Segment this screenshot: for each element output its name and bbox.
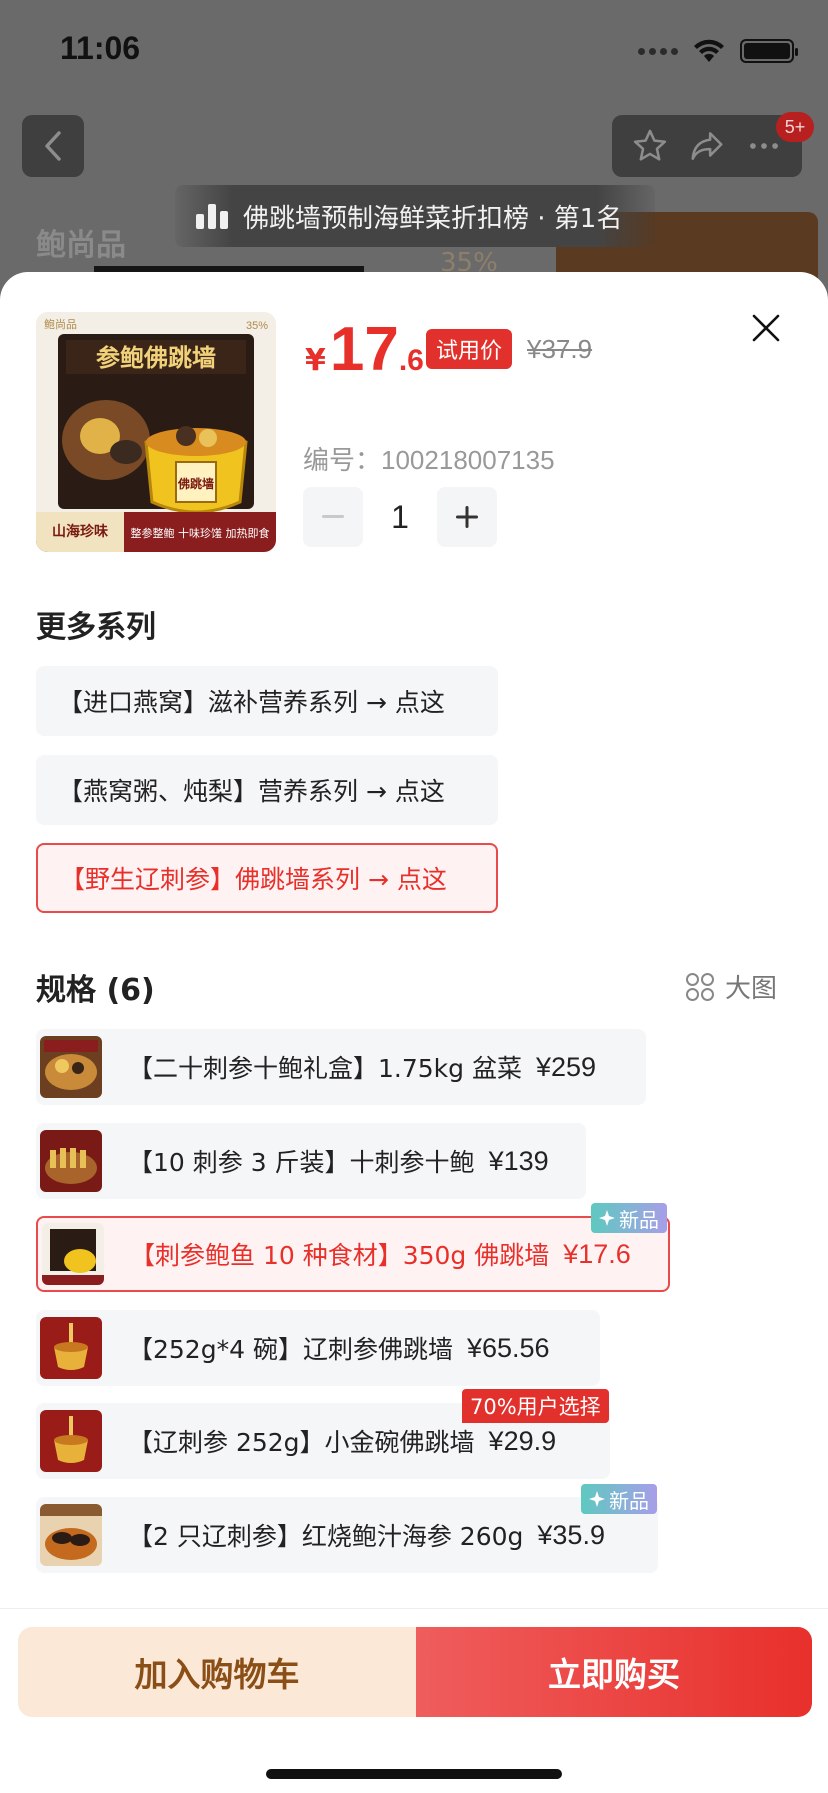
spec-label: 【辽刺参 252g】小金碗佛跳墙 <box>128 1428 475 1457</box>
big-image-toggle[interactable]: 大图 <box>685 968 777 1005</box>
series-item-active[interactable]: 【野生辽刺参】佛跳墙系列 → 点这 <box>36 843 498 913</box>
status-bar: 11:06 <box>0 0 828 100</box>
spec-thumbnail <box>40 1130 102 1192</box>
spec-thumbnail <box>40 1504 102 1566</box>
spec-item-selected[interactable]: 【刺参鲍鱼 10 种食材】350g 佛跳墙 ¥17.6 <box>36 1216 670 1292</box>
new-tag: 新品 <box>591 1203 667 1233</box>
spec-item[interactable]: 【二十刺参十鲍礼盒】1.75kg 盆菜 ¥259 <box>36 1029 646 1105</box>
message-badge: 5+ <box>776 112 814 142</box>
quantity-value[interactable]: 1 <box>363 499 437 536</box>
product-image-pct: 35% <box>246 320 268 332</box>
product-image-corner: 山海珍味 <box>52 523 108 540</box>
trial-price-badge: 试用价 <box>426 329 513 369</box>
nav-actions <box>612 115 802 177</box>
popular-choice-tag: 70%用户选择 <box>462 1389 609 1423</box>
rank-banner-text: 佛跳墙预制海鲜菜折扣榜 · 第1名 <box>243 203 623 234</box>
chevron-left-icon <box>45 131 61 161</box>
bottom-action-bar: 加入购物车 立即购买 <box>0 1608 828 1793</box>
product-image-tagline: 整参整鲍 十味珍馐 加热即食 <box>131 526 270 540</box>
increase-button[interactable] <box>437 487 497 547</box>
decrease-button[interactable] <box>303 487 363 547</box>
spec-label: 【10 刺参 3 斤装】十刺参十鲍 <box>128 1148 475 1177</box>
share-icon[interactable] <box>688 127 726 165</box>
spec-thumbnail <box>42 1223 104 1285</box>
battery-icon <box>740 39 798 63</box>
big-image-label: 大图 <box>725 974 778 1004</box>
spec-price: ¥139 <box>488 1145 549 1176</box>
new-tag-label: 新品 <box>619 1207 659 1232</box>
sku-selector-sheet: 参鲍佛跳墙 佛跳墙 山海珍味 整参整鲍 十味珍馐 加热即食 鲍尚品 35% ¥ … <box>0 272 828 1793</box>
new-tag-label: 新品 <box>609 1488 649 1513</box>
quantity-stepper: 1 <box>303 487 497 547</box>
spec-label: 【252g*4 碗】辽刺参佛跳墙 <box>128 1335 453 1364</box>
spec-thumbnail <box>40 1036 102 1098</box>
series-item-label: 【燕窝粥、炖梨】营养系列 → 点这 <box>58 777 445 806</box>
spec-price: ¥259 <box>535 1051 597 1082</box>
spec-price: ¥65.56 <box>466 1332 550 1363</box>
status-time: 11:06 <box>60 30 141 66</box>
product-image-brand: 鲍尚品 <box>44 317 77 331</box>
spec-item[interactable]: 【252g*4 碗】辽刺参佛跳墙 ¥65.56 <box>36 1310 600 1386</box>
sku-code: 编号：100218007135 <box>303 440 555 477</box>
wifi-icon <box>694 39 724 62</box>
sparkle-icon <box>589 1491 605 1507</box>
series-item[interactable]: 【燕窝粥、炖梨】营养系列 → 点这 <box>36 755 498 825</box>
spec-label: 【刺参鲍鱼 10 种食材】350g 佛跳墙 <box>130 1241 550 1270</box>
spec-price: ¥29.9 <box>488 1425 557 1456</box>
spec-item[interactable]: 【10 刺参 3 斤装】十刺参十鲍 ¥139 <box>36 1123 586 1199</box>
product-image[interactable]: 参鲍佛跳墙 佛跳墙 山海珍味 整参整鲍 十味珍馐 加热即食 鲍尚品 35% <box>36 312 276 552</box>
grid-icon <box>686 972 714 1001</box>
sku-code-value: 100218007135 <box>381 445 555 475</box>
spec-label: 【二十刺参十鲍礼盒】1.75kg 盆菜 <box>128 1054 522 1083</box>
price-decimal: .6 <box>398 344 424 377</box>
series-title: 更多系列 <box>36 610 156 645</box>
product-image-title: 参鲍佛跳墙 <box>96 344 216 372</box>
original-price: ¥37.9 <box>527 334 593 364</box>
spec-label: 【2 只辽刺参】红烧鲍汁海参 260g <box>128 1522 524 1551</box>
background-brand: 鲍尚品 <box>36 228 126 263</box>
signal-icon <box>638 47 678 55</box>
add-to-cart-button[interactable]: 加入购物车 <box>18 1627 416 1717</box>
spec-thumbnail <box>40 1410 102 1472</box>
home-indicator <box>266 1769 562 1779</box>
bar-chart-icon <box>196 204 228 229</box>
spec-item[interactable]: 【2 只辽刺参】红烧鲍汁海参 260g ¥35.9 <box>36 1497 658 1573</box>
minus-icon <box>322 515 344 518</box>
spec-price: ¥17.6 <box>563 1238 631 1269</box>
product-illustration: 参鲍佛跳墙 佛跳墙 山海珍味 整参整鲍 十味珍馐 加热即食 鲍尚品 35% <box>36 312 276 552</box>
series-item[interactable]: 【进口燕窝】滋补营养系列 → 点这 <box>36 666 498 736</box>
price-currency: ¥ <box>305 343 326 378</box>
buy-now-button[interactable]: 立即购买 <box>416 1627 812 1717</box>
close-button[interactable] <box>740 302 792 354</box>
series-item-label: 【野生辽刺参】佛跳墙系列 → 点这 <box>60 865 447 894</box>
star-icon[interactable] <box>631 127 669 165</box>
close-icon <box>752 314 780 342</box>
product-image-jar-label: 佛跳墙 <box>177 476 214 491</box>
price-integer: 17 <box>329 315 399 384</box>
plus-icon <box>456 506 478 528</box>
back-button[interactable] <box>22 115 84 177</box>
background-page: 11:06 5+ 鲍尚品 35% 佛跳墙预制海鲜菜折扣榜 · 第1名 <box>0 0 828 306</box>
sku-code-label: 编号： <box>303 446 382 476</box>
spec-thumbnail <box>40 1317 102 1379</box>
new-tag: 新品 <box>581 1484 657 1514</box>
status-icons <box>638 38 798 64</box>
spec-price: ¥35.9 <box>537 1519 605 1550</box>
price: ¥ 17 .6 <box>305 314 424 385</box>
rank-banner[interactable]: 佛跳墙预制海鲜菜折扣榜 · 第1名 <box>175 185 655 247</box>
sparkle-icon <box>599 1210 615 1226</box>
spec-title: 规格 (6) <box>36 973 155 1008</box>
series-item-label: 【进口燕窝】滋补营养系列 → 点这 <box>58 688 445 717</box>
